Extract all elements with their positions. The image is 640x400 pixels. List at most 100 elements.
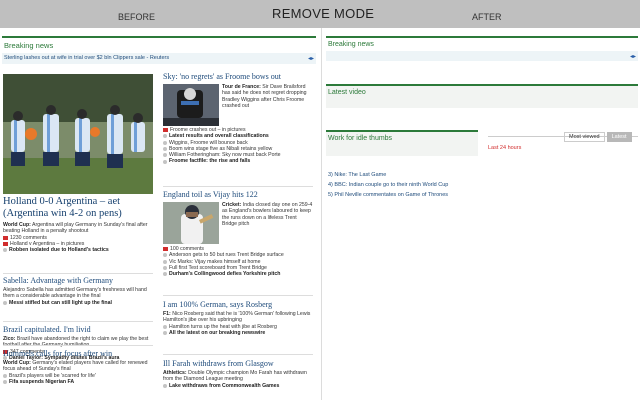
panel-divider <box>321 28 322 400</box>
link-text[interactable]: Durham's Collingwood defies Yorkshire pi… <box>169 271 280 277</box>
lead-links: 1230 comments Holland v Argentina – in p… <box>3 235 153 254</box>
last-24-hours[interactable]: Last 24 hours <box>488 145 521 151</box>
farah-links: Lake withdraws from Commonwealth Games <box>163 383 313 389</box>
froome-photo[interactable] <box>163 84 219 126</box>
bullet-icon <box>163 153 167 158</box>
gallery-icon <box>3 242 8 247</box>
comparison-banner: BEFORE REMOVE MODE AFTER <box>0 0 640 28</box>
news-ticker[interactable]: ◂▸ <box>326 51 638 61</box>
bullet-icon <box>163 272 167 277</box>
tab-most-viewed[interactable]: Most viewed <box>564 132 605 142</box>
after-panel: Breaking news ◂▸ Latest video Work for i… <box>326 36 638 400</box>
bullet-icon <box>3 373 7 378</box>
rosberg-story: I am 100% German, says Rosberg F1: Nico … <box>163 295 313 336</box>
news-ticker[interactable]: Sterling lashes out at wife in trial ove… <box>2 53 316 64</box>
lead-photo[interactable] <box>3 74 153 194</box>
england-story: England toil as Vijay hits 122 Cricket: … <box>163 186 313 277</box>
list-item[interactable]: Froome factfile: the rise and falls <box>163 158 313 164</box>
list-item[interactable]: Messi stifled but can still light up the… <box>3 300 153 306</box>
link-text[interactable]: Froome factfile: the rise and falls <box>169 158 250 164</box>
froome-summary-label: Tour de France: <box>222 84 261 90</box>
bullet-icon <box>163 331 167 336</box>
before-label: BEFORE <box>118 12 156 22</box>
link-text[interactable]: Messi stifled but can still light up the… <box>9 300 112 306</box>
ticker-text[interactable]: Sterling lashes out at wife in trial ove… <box>4 55 169 62</box>
most-viewed-tabs: Most viewed Latest <box>564 132 632 142</box>
hummels-links: Brazil's players will be 'scarred for li… <box>3 373 153 386</box>
tab-latest[interactable]: Latest <box>606 132 632 142</box>
list-item[interactable]: Lake withdraws from Commonwealth Games <box>163 383 313 389</box>
rosberg-summary-label: F1: <box>163 311 171 317</box>
breaking-news-title: Breaking news <box>328 41 374 48</box>
link-text[interactable]: Fifa suspends Nigerian FA <box>9 379 74 385</box>
list-item[interactable]: Durham's Collingwood defies Yorkshire pi… <box>163 271 313 277</box>
list-item[interactable]: All the latest on our breaking newswire <box>163 330 313 336</box>
farah-story: Ill Farah withdraws from Glasgow Athleti… <box>163 354 313 389</box>
bullet-icon <box>3 380 7 385</box>
latest-video-title[interactable]: Latest video <box>326 86 638 99</box>
cyclist-image <box>163 84 219 126</box>
bullet-icon <box>163 134 167 139</box>
lead-headline[interactable]: Holland 0-0 Argentina – aet (Argentina w… <box>3 196 153 219</box>
bullet-icon <box>163 140 167 145</box>
lead-story: Holland 0-0 Argentina – aet (Argentina w… <box>3 196 153 253</box>
list-item[interactable]: Fifa suspends Nigerian FA <box>3 379 153 385</box>
comment-icon <box>163 247 168 252</box>
brazil-headline[interactable]: Brazil capitulated. I'm livid <box>3 325 153 334</box>
link-text[interactable]: Robben isolated due to Holland's tactics <box>9 247 109 253</box>
bullet-icon <box>163 383 167 388</box>
sabella-story: Sabella: Advantage with Germany Alejandr… <box>3 273 153 306</box>
hummels-summary-label: World Cup: <box>3 360 31 366</box>
lead-summary: World Cup: Argentina will play Germany i… <box>3 222 153 235</box>
list-item[interactable]: 5) Phil Neville commentates on Game of T… <box>328 190 628 200</box>
hummels-story: Hummels calls for focus after win World … <box>3 345 153 385</box>
bullet-icon <box>163 253 167 258</box>
latest-video-box: Latest video <box>326 84 638 108</box>
ticker-arrows-icon[interactable]: ◂▸ <box>630 53 636 60</box>
lead-summary-label: World Cup: <box>3 222 31 228</box>
link-text[interactable]: All the latest on our breaking newswire <box>169 330 265 336</box>
bullet-icon <box>3 248 7 253</box>
hummels-summary: World Cup: Germany's elated players have… <box>3 360 153 373</box>
rosberg-summary-text: Nico Rosberg said that he is '100% Germa… <box>163 311 311 324</box>
idle-thumbs-box: Work for idle thumbs <box>326 130 478 156</box>
farah-summary: Athletics: Double Olympic champion Mo Fa… <box>163 370 313 383</box>
england-summary: Cricket: India closed day one on 259-4 a… <box>222 202 313 244</box>
sabella-headline[interactable]: Sabella: Advantage with Germany <box>3 276 153 285</box>
bullet-icon <box>163 259 167 264</box>
rosberg-headline[interactable]: I am 100% German, says Rosberg <box>163 300 313 309</box>
breaking-news-box: Breaking news ◂▸ <box>326 36 638 61</box>
link-text[interactable]: Lake withdraws from Commonwealth Games <box>169 383 279 389</box>
bullet-icon <box>163 147 167 152</box>
england-headline[interactable]: England toil as Vijay hits 122 <box>163 190 313 199</box>
england-links: 100 comments Anderson gets to 50 but rue… <box>163 246 313 277</box>
froome-headline[interactable]: Sky: 'no regrets' as Froome bows out <box>163 72 313 81</box>
breaking-news-box: Breaking news Sterling lashes out at wif… <box>2 36 316 64</box>
after-label: AFTER <box>472 12 502 22</box>
most-viewed-list: 3) Nike: The Last Game 4) BBC: Indian co… <box>328 170 628 200</box>
sabella-links: Messi stifled but can still light up the… <box>3 300 153 306</box>
england-summary-label: Cricket: <box>222 202 242 208</box>
bullet-icon <box>163 159 167 164</box>
list-item[interactable]: 3) Nike: The Last Game <box>328 170 628 180</box>
bullet-icon <box>3 300 7 305</box>
brazil-summary-label: Zico: <box>3 336 16 342</box>
idle-thumbs-title[interactable]: Work for idle thumbs <box>326 132 478 145</box>
sabella-summary: Alejandro Sabella has admitted Germany's… <box>3 287 147 300</box>
froome-links: Froome crashes out – in pictures Latest … <box>163 127 313 165</box>
breaking-news-title: Breaking news <box>4 41 54 50</box>
england-photo[interactable] <box>163 202 219 244</box>
list-item[interactable]: 4) BBC: Indian couple go to their ninth … <box>328 180 628 190</box>
gallery-icon <box>163 128 168 133</box>
before-panel: Breaking news Sterling lashes out at wif… <box>2 36 316 400</box>
ticker-arrows-icon[interactable]: ◂▸ <box>308 55 314 62</box>
bullet-icon <box>163 324 167 329</box>
hummels-headline[interactable]: Hummels calls for focus after win <box>3 349 153 358</box>
list-item[interactable]: Robben isolated due to Holland's tactics <box>3 247 153 253</box>
mode-title: REMOVE MODE <box>272 6 375 21</box>
bullet-icon <box>163 266 167 271</box>
froome-story: Sky: 'no regrets' as Froome bows out Tou… <box>163 72 313 165</box>
farah-headline[interactable]: Ill Farah withdraws from Glasgow <box>163 359 313 368</box>
batsman-image <box>163 202 219 244</box>
farah-summary-label: Athletics: <box>163 370 187 376</box>
